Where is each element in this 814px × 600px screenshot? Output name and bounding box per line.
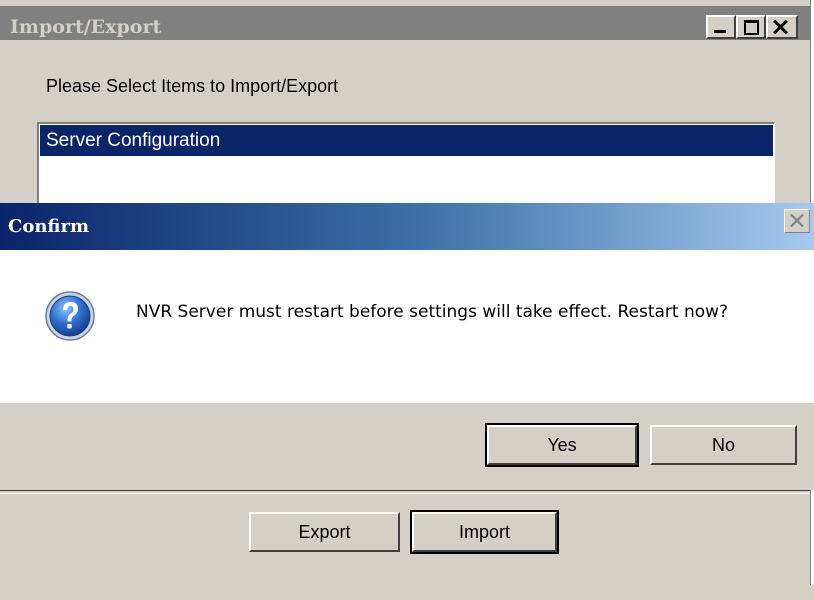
close-button[interactable] [766,15,798,39]
minimize-button[interactable] [706,15,736,39]
separator [0,490,810,494]
yes-button[interactable]: Yes [485,423,639,467]
export-button[interactable]: Export [249,512,400,552]
import-button[interactable]: Import [410,510,559,554]
confirm-message: NVR Server must restart before settings … [136,302,729,322]
list-item[interactable]: Server Configuration [40,125,773,156]
items-listbox[interactable]: Server Configuration [37,122,775,212]
confirm-dialog: Confirm NVR Server must restart before s… [0,203,814,490]
select-items-label: Please Select Items to Import/Export [46,76,339,96]
no-button[interactable]: No [650,425,797,465]
dialog-title: Confirm [8,216,90,237]
question-icon [45,291,95,341]
window-title: Import/Export [10,16,162,38]
confirm-close-button[interactable] [784,209,810,233]
confirm-button-bar: Yes No [0,403,814,490]
import-export-titlebar[interactable]: Import/Export [0,6,810,40]
maximize-button[interactable] [736,15,766,39]
confirm-body: NVR Server must restart before settings … [0,250,814,403]
confirm-titlebar[interactable]: Confirm [0,203,814,250]
